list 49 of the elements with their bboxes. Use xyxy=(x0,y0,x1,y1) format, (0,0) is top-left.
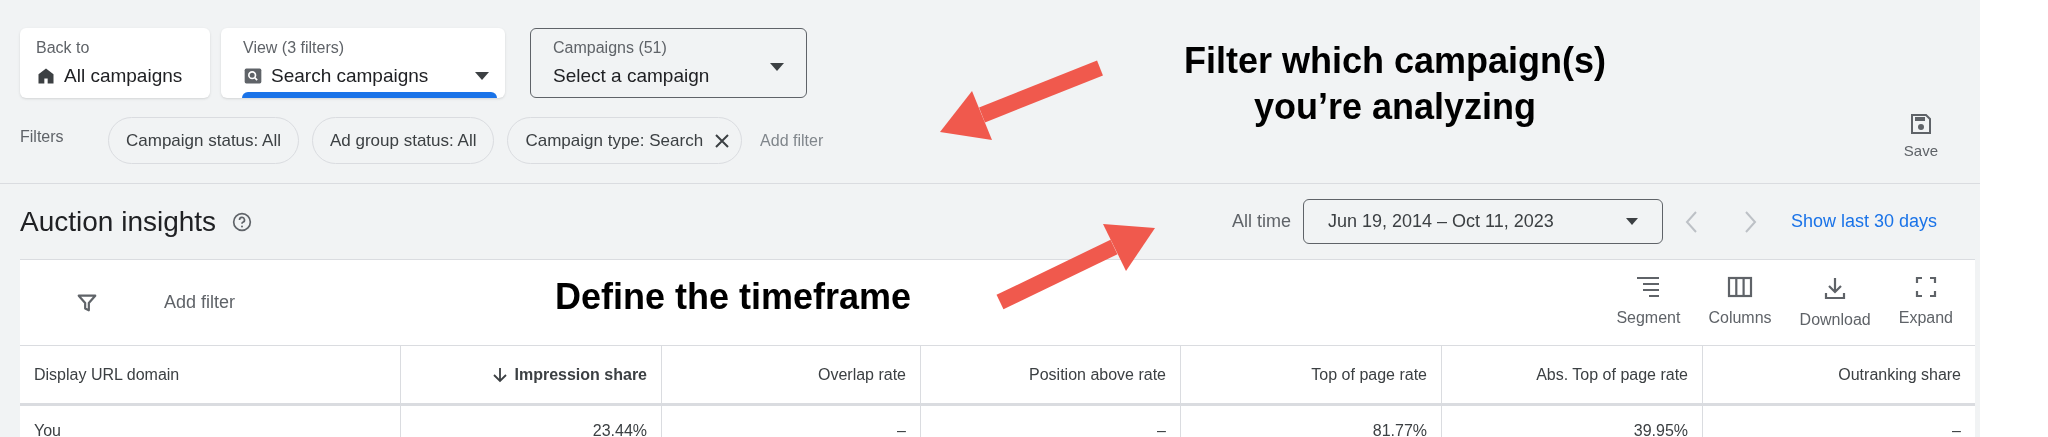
campaign-select[interactable]: Campaigns (51) Select a campaign xyxy=(530,28,807,98)
table-cell-text: – xyxy=(897,421,906,437)
table-cell-text: – xyxy=(1157,421,1166,437)
annotation-text: Filter which campaign(s) you’re analyzing xyxy=(1182,39,1608,129)
close-icon[interactable] xyxy=(715,133,730,148)
toolbar-button[interactable]: Segment xyxy=(1602,272,1695,333)
add-filter-link[interactable]: Add filter xyxy=(164,289,236,316)
caret-icon xyxy=(1625,218,1638,225)
table-cell-text: 81.77% xyxy=(1372,421,1427,437)
column-header[interactable]: Position above rate xyxy=(921,346,1181,403)
annotation-text: Define the timeframe xyxy=(555,275,912,319)
columns-icon xyxy=(1727,275,1753,298)
filters-label: Filters xyxy=(20,126,65,147)
search-icon xyxy=(243,66,263,87)
back-button[interactable]: Back to All campaigns xyxy=(20,28,210,98)
column-header[interactable]: Display URL domain xyxy=(20,346,401,403)
table-cell-text: 39.95% xyxy=(1633,421,1688,437)
expand-icon xyxy=(1914,275,1937,298)
sort-arrow-icon xyxy=(492,366,507,383)
home-icon xyxy=(36,66,56,87)
save-icon[interactable] xyxy=(1908,111,1933,136)
save-label[interactable]: Save xyxy=(1903,139,1938,162)
section-title: Auction insights xyxy=(20,204,217,239)
view-value: Search campaigns xyxy=(271,64,429,88)
column-header[interactable]: Impression share xyxy=(401,346,662,403)
help-icon[interactable] xyxy=(232,211,253,232)
view-selector[interactable]: View (3 filters) Search campaigns xyxy=(221,28,505,98)
column-header[interactable]: Overlap rate xyxy=(662,346,921,403)
table-cell-text: 23.44% xyxy=(592,421,647,437)
segment-icon xyxy=(1635,275,1662,298)
toolbar-button[interactable]: Download xyxy=(1785,272,1885,333)
table-cell-text: – xyxy=(1952,421,1961,437)
back-title: All campaigns xyxy=(64,64,183,88)
table-cell-text: You xyxy=(34,421,61,437)
column-header[interactable]: Top of page rate xyxy=(1181,346,1442,403)
caret-icon xyxy=(475,72,489,81)
back-label: Back to xyxy=(36,38,91,58)
date-preset-label: All time xyxy=(1231,210,1291,233)
column-header[interactable]: Abs. Top of page rate xyxy=(1442,346,1703,403)
download-icon xyxy=(1823,275,1848,300)
caret-icon xyxy=(770,63,784,71)
view-label: View (3 filters) xyxy=(243,38,346,58)
column-header[interactable]: Outranking share xyxy=(1703,346,1975,403)
show-last-30-days-link[interactable]: Show last 30 days xyxy=(1790,208,1937,235)
toolbar-button[interactable]: Expand xyxy=(1884,272,1967,333)
date-range-selector[interactable]: Jun 19, 2014 – Oct 11, 2023 xyxy=(1302,199,1663,244)
toolbar-button[interactable]: Columns xyxy=(1694,272,1786,333)
campaign-label: Campaigns (51) xyxy=(553,37,668,58)
campaign-value: Select a campaign xyxy=(553,63,710,88)
